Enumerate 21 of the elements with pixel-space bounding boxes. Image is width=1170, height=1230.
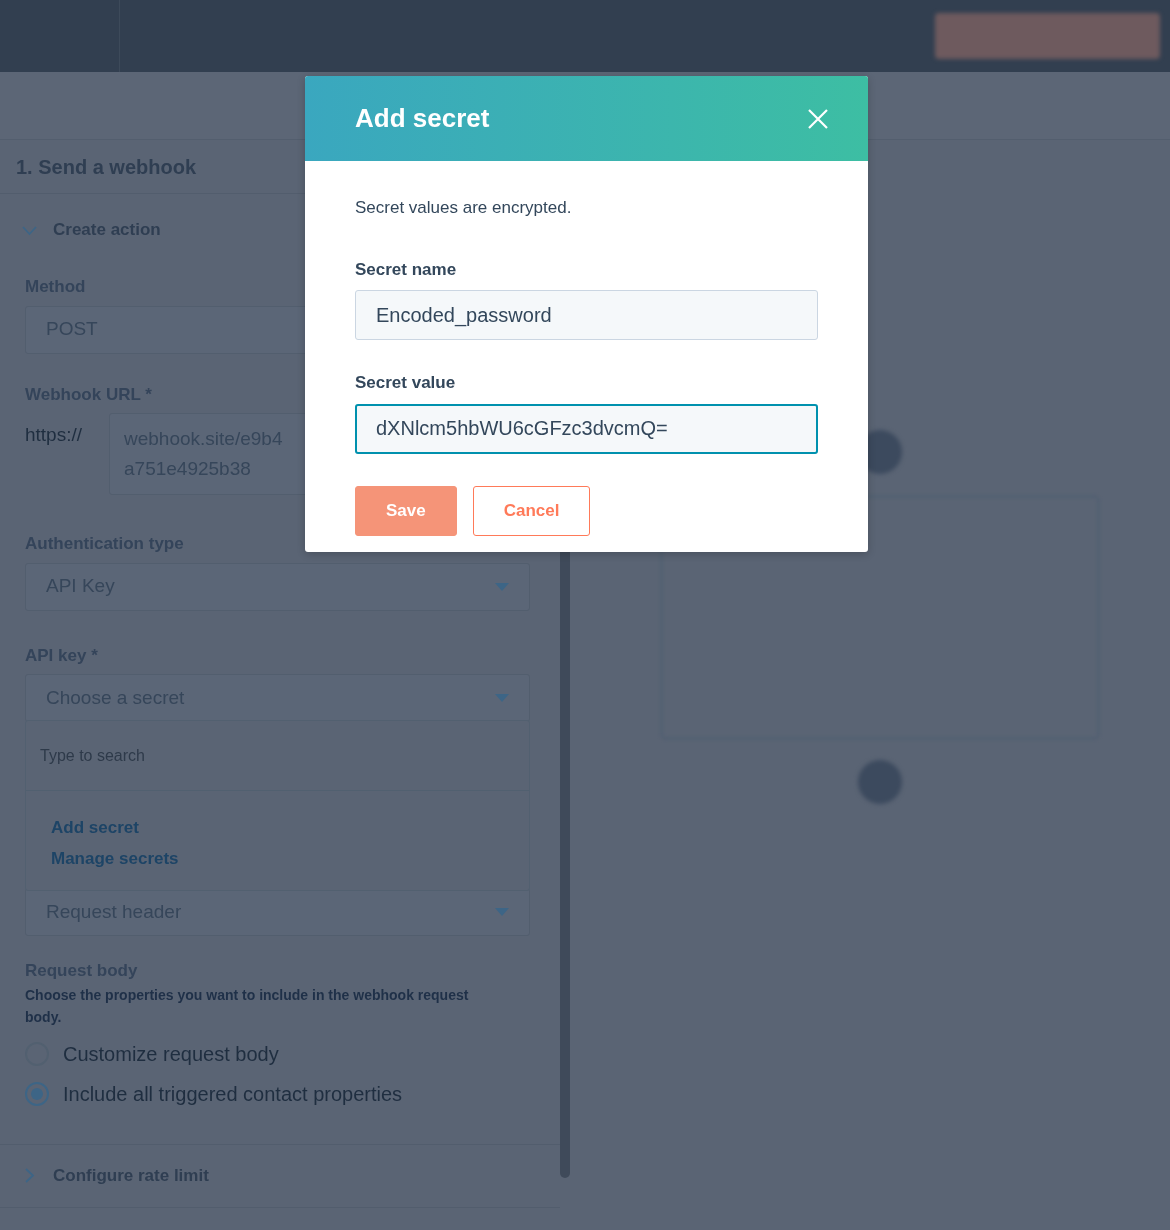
text-input[interactable]: dXNlcm5hbWU6cGFzc3dvcmQ= (355, 403, 818, 454)
radio-label: Customize request body (63, 1041, 279, 1067)
caret-icon (495, 694, 509, 702)
menu-link[interactable]: Manage secrets (26, 843, 529, 874)
modal-title: Add secret (355, 102, 490, 135)
modal-description: Secret values are encrypted. (355, 197, 573, 219)
radio-label: Include all triggered contact properties (63, 1081, 403, 1107)
field-label: Secret value (355, 372, 457, 394)
header-button[interactable] (935, 13, 1160, 59)
radio-button[interactable] (25, 1081, 49, 1106)
url-prefix: https:// (25, 423, 84, 447)
help-text: Choose the properties you want to include in the webhook request body. (25, 985, 470, 1027)
save-button[interactable]: Save (355, 485, 457, 536)
text-input[interactable]: Encoded_password (355, 290, 818, 340)
caret-icon (495, 582, 509, 591)
field-label: Secret name (355, 258, 458, 281)
caret-icon (495, 908, 509, 916)
menu-link[interactable]: Add secret (26, 812, 529, 843)
close-button[interactable] (806, 106, 830, 131)
cancel-button[interactable]: Cancel (472, 485, 591, 536)
node-icon (858, 760, 902, 804)
